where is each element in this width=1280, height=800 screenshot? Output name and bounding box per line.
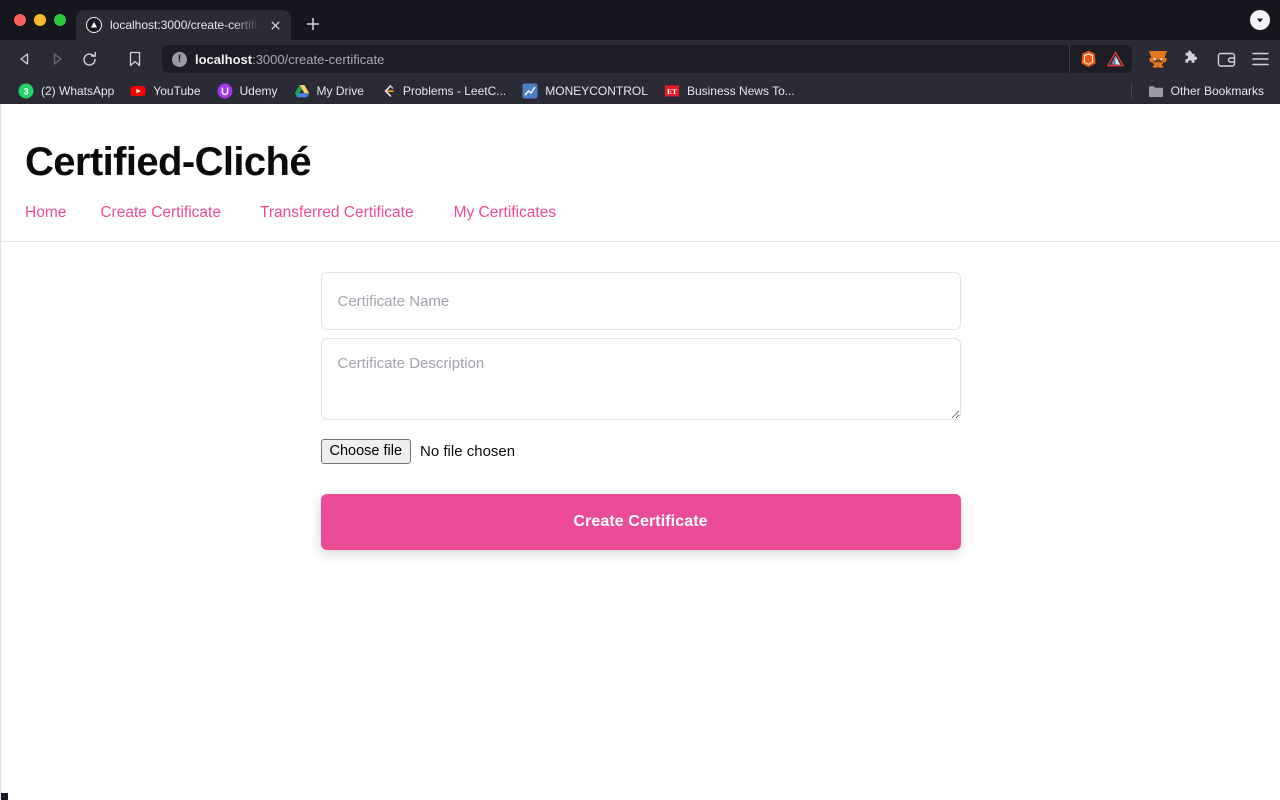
nav-link-create-certificate[interactable]: Create Certificate — [100, 204, 239, 222]
extensions-puzzle-icon[interactable] — [1182, 49, 1202, 69]
browser-tab[interactable]: localhost:3000/create-certifica — [76, 10, 291, 40]
other-bookmarks-label: Other Bookmarks — [1170, 84, 1264, 98]
corner-artifact — [1, 793, 8, 800]
address-bar-host: localhost — [195, 51, 253, 67]
leetcode-icon — [380, 83, 396, 99]
folder-icon — [1148, 83, 1164, 99]
bookmark-label: Business News To... — [686, 84, 795, 98]
metamask-extension-icon[interactable] — [1148, 49, 1168, 69]
browser-menu-icon[interactable] — [1250, 49, 1270, 69]
bookmark-item-leetcode[interactable]: Problems - LeetC... — [372, 81, 514, 101]
minimize-window-button[interactable] — [34, 14, 46, 26]
file-status-label: No file chosen — [420, 442, 516, 460]
close-window-button[interactable] — [14, 14, 26, 26]
bookmark-item-moneycontrol[interactable]: MONEYCONTROL — [514, 81, 656, 101]
youtube-icon — [130, 83, 146, 99]
triangle-favicon — [86, 17, 102, 33]
bookmark-label: MONEYCONTROL — [545, 84, 648, 98]
whatsapp-icon: 3 — [18, 83, 34, 99]
page-title: Certified-Cliché — [25, 140, 312, 184]
new-tab-icon[interactable] — [299, 10, 327, 38]
certificate-name-input[interactable] — [320, 272, 961, 330]
not-secure-info-icon[interactable]: ! — [172, 51, 187, 67]
tab-strip: localhost:3000/create-certifica — [0, 0, 1280, 40]
svg-text:3: 3 — [23, 87, 28, 97]
address-bar[interactable]: ! localhost:3000/create-certificate — [162, 45, 1132, 73]
svg-text:ET: ET — [667, 87, 677, 96]
bookmark-icon[interactable] — [120, 44, 150, 74]
close-icon[interactable] — [267, 17, 283, 33]
certificate-file-input[interactable]: Choose file No file chosen — [320, 439, 961, 464]
omnibox-actions — [1069, 45, 1124, 73]
create-certificate-form: Choose file No file chosen Create Certif… — [320, 272, 961, 550]
bookmark-label: Udemy — [239, 84, 278, 98]
udemy-icon — [217, 83, 233, 99]
tab-title: localhost:3000/create-certifica — [110, 18, 259, 32]
browser-toolbar: ! localhost:3000/create-certificate — [0, 40, 1280, 78]
window-controls — [0, 0, 76, 40]
nav-link-transferred-certificate[interactable]: Transferred Certificate — [260, 204, 432, 222]
browser-window: localhost:3000/create-certifica ! localh… — [0, 0, 1280, 800]
bookmarks-bar-right: Other Bookmarks — [1130, 78, 1272, 104]
site-navigation: Home Create Certificate Transferred Cert… — [1, 182, 1280, 241]
toolbar-extensions — [1142, 49, 1270, 69]
bookmark-item-whatsapp[interactable]: 3 (2) WhatsApp — [10, 81, 122, 101]
nav-link-home[interactable]: Home — [25, 204, 84, 222]
moneycontrol-icon — [522, 83, 538, 99]
divider — [1130, 83, 1132, 99]
site-header: Certified-Cliché Home Create Certificate… — [1, 104, 1280, 242]
create-certificate-button[interactable]: Create Certificate — [320, 493, 961, 550]
reload-icon[interactable] — [74, 44, 104, 74]
back-arrow-icon[interactable] — [10, 44, 40, 74]
bookmarks-bar: 3 (2) WhatsApp YouTube Udemy My Drive Pr… — [0, 78, 1280, 104]
economic-times-icon: ET — [664, 83, 680, 99]
brave-rewards-triangle-icon[interactable] — [1107, 50, 1124, 68]
bookmark-label: (2) WhatsApp — [41, 84, 115, 98]
tabstrip-right-actions — [1250, 10, 1270, 30]
maximize-window-button[interactable] — [54, 14, 66, 26]
bookmark-item-udemy[interactable]: Udemy — [209, 81, 286, 101]
choose-file-button[interactable]: Choose file — [320, 439, 412, 464]
bookmark-item-youtube[interactable]: YouTube — [122, 81, 208, 101]
bookmark-item-economic-times[interactable]: ET Business News To... — [656, 81, 803, 101]
address-bar-path: :3000/create-certificate — [252, 51, 385, 67]
google-drive-icon — [294, 83, 310, 99]
nav-link-my-certificates[interactable]: My Certificates — [454, 204, 575, 222]
bookmark-label: My Drive — [316, 84, 364, 98]
bookmark-item-my-drive[interactable]: My Drive — [286, 81, 372, 101]
download-chevron-icon[interactable] — [1250, 10, 1270, 30]
address-bar-url: localhost:3000/create-certificate — [195, 52, 384, 67]
brave-wallet-icon[interactable] — [1216, 49, 1236, 69]
page-viewport: Certified-Cliché Home Create Certificate… — [0, 104, 1280, 800]
bookmark-label: Problems - LeetC... — [402, 84, 507, 98]
other-bookmarks-folder[interactable]: Other Bookmarks — [1140, 81, 1272, 101]
brave-lion-icon[interactable] — [1080, 50, 1097, 68]
certificate-description-input[interactable] — [320, 338, 961, 420]
forward-arrow-icon[interactable] — [42, 44, 72, 74]
bookmark-label: YouTube — [153, 84, 201, 98]
